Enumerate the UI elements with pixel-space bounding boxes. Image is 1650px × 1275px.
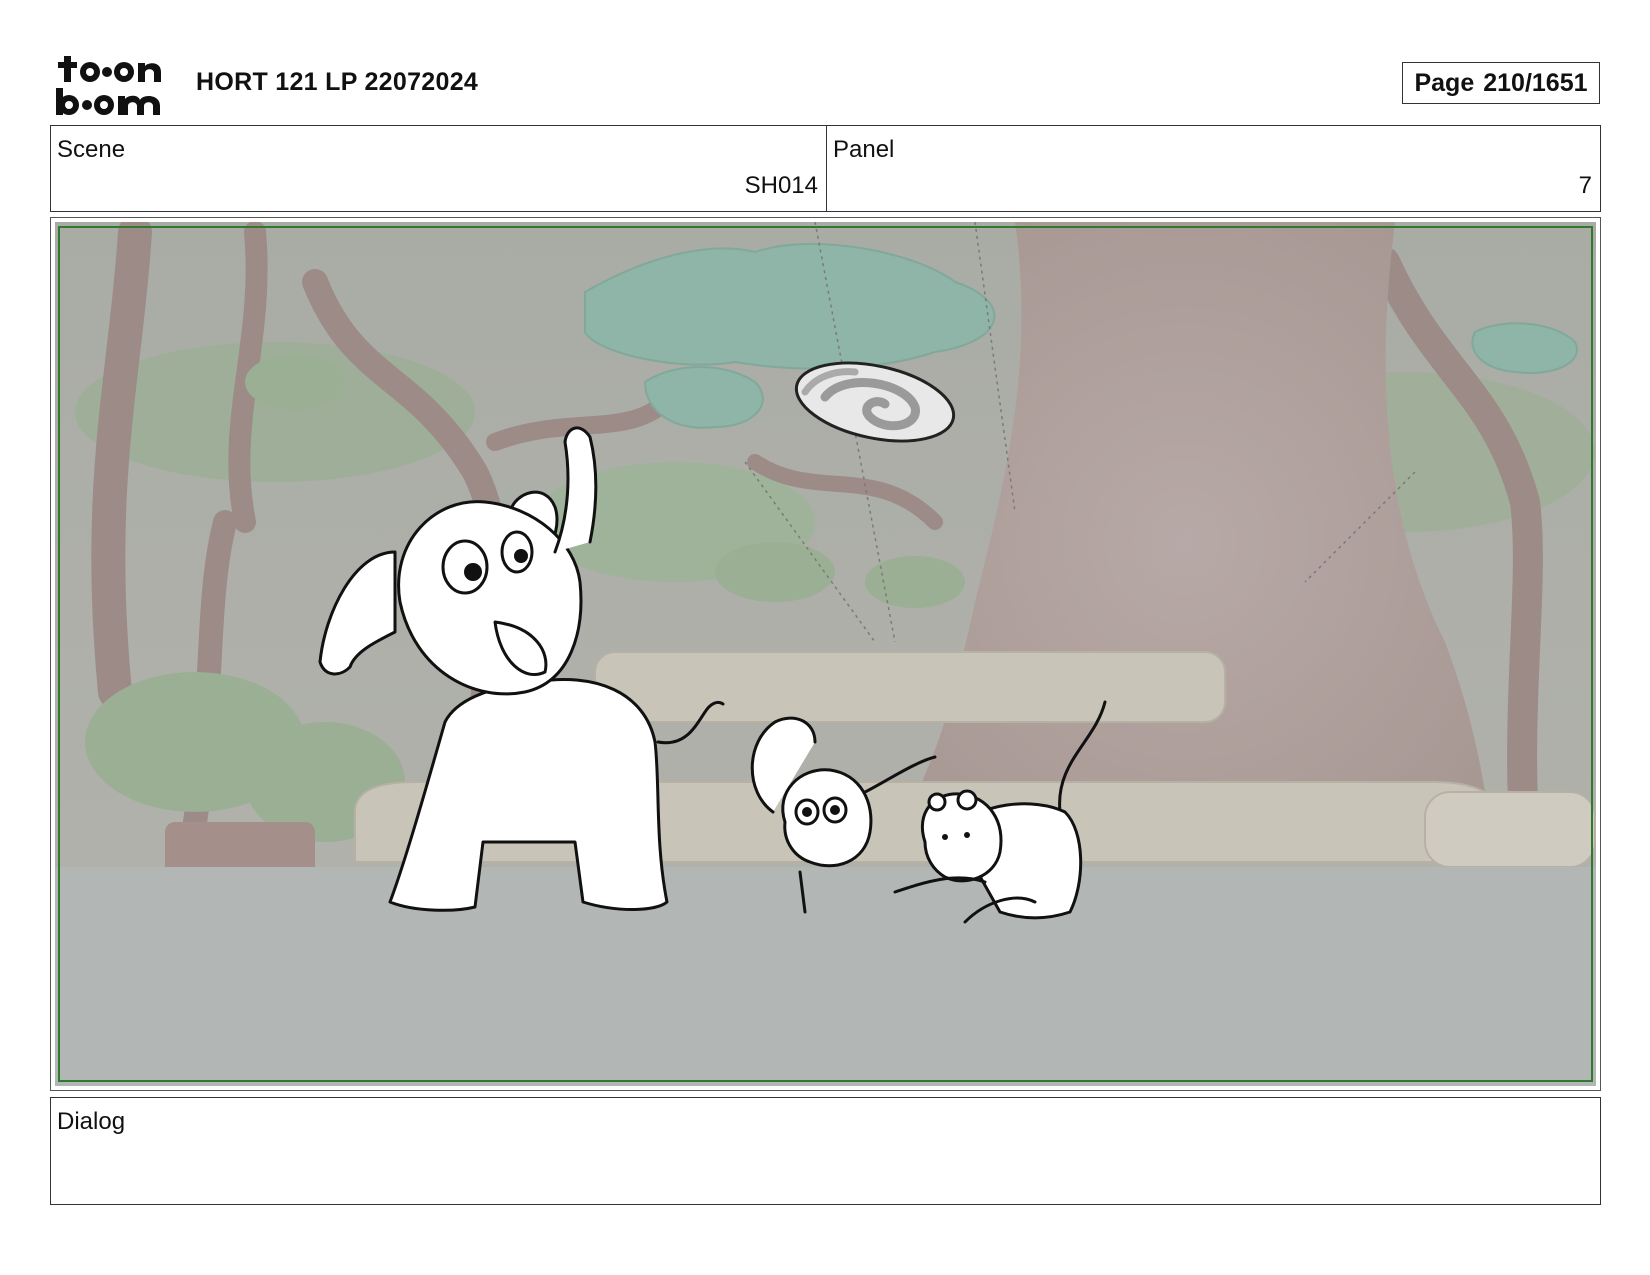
panel-cell: Panel 7	[827, 126, 1600, 211]
page-label: Page	[1414, 68, 1475, 97]
scene-cell: Scene SH014	[51, 126, 827, 211]
dialog-box: Dialog	[50, 1097, 1601, 1205]
toonboom-logo	[56, 56, 161, 115]
scene-label: Scene	[57, 136, 126, 163]
page-indicator: Page 210/1651	[1402, 62, 1600, 104]
dialog-label: Dialog	[57, 1108, 126, 1135]
panel-label: Panel	[833, 136, 895, 163]
storyboard-image	[50, 217, 1601, 1091]
panel-value: 7	[1578, 172, 1592, 199]
scene-value: SH014	[744, 172, 818, 199]
scene-panel-info: Scene SH014 Panel 7	[50, 125, 1601, 212]
page-number: 210/1651	[1483, 68, 1588, 97]
storyboard-sketch-icon	[55, 222, 1596, 1086]
project-title: HORT 121 LP 22072024	[196, 68, 479, 96]
